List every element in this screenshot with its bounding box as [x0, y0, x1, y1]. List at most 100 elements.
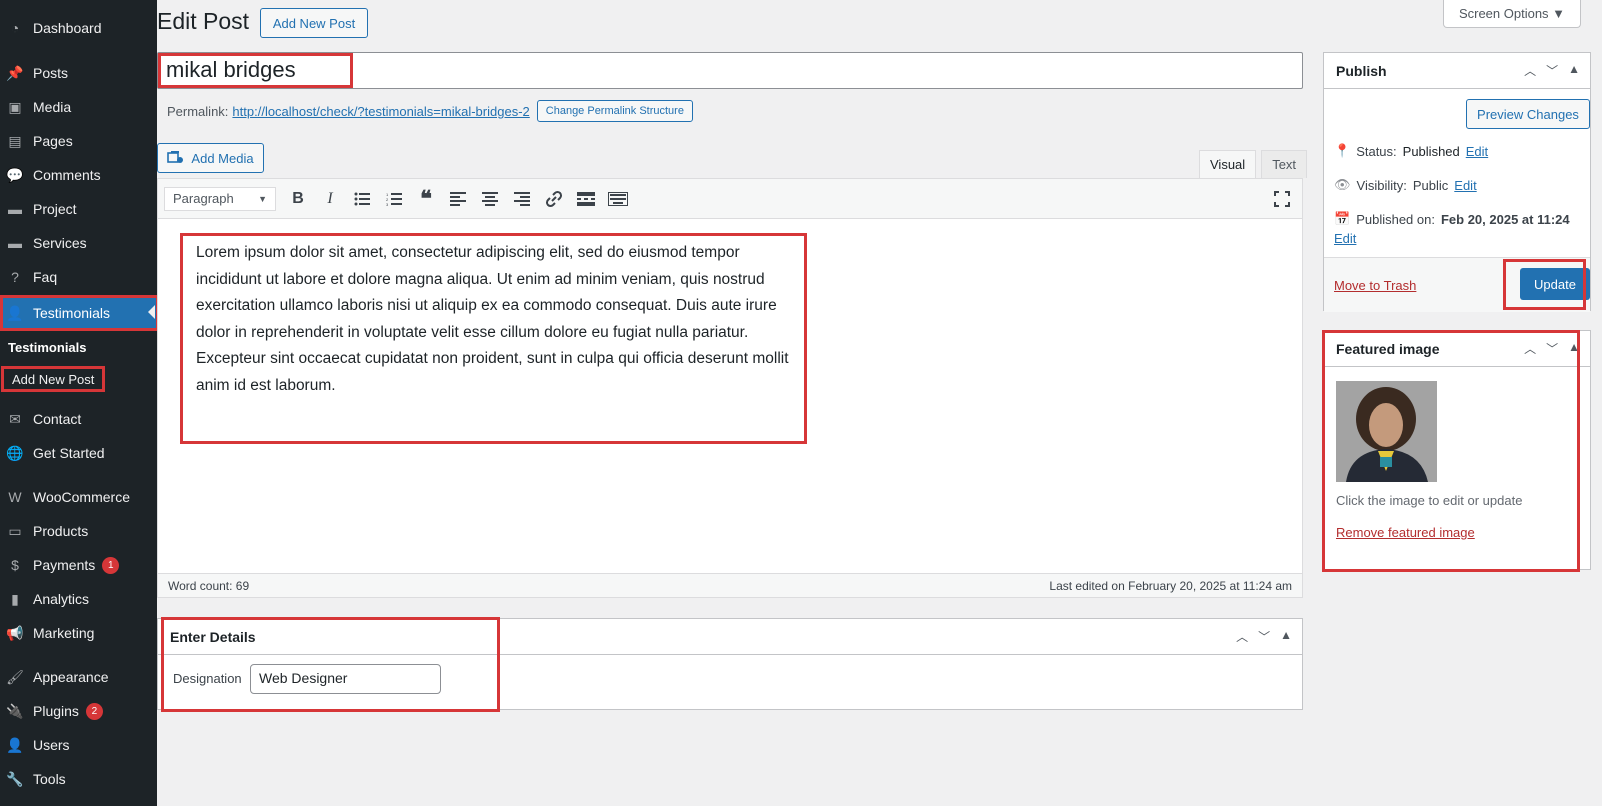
link-icon[interactable] — [538, 185, 570, 213]
preview-changes-button[interactable]: Preview Changes — [1466, 99, 1590, 129]
designation-input[interactable]: Web Designer — [250, 664, 441, 694]
publish-title: Publish — [1336, 62, 1387, 79]
folder-icon: ▬ — [8, 201, 22, 217]
user-icon: 👤 — [6, 304, 24, 321]
sidebar-item-users[interactable]: 👤 Users — [0, 729, 157, 761]
media-icon: ▣ — [8, 98, 22, 115]
featured-image-box: Featured image ︿ ﹀ ▲ Click the image to … — [1323, 330, 1591, 570]
publish-box: Publish ︿ ﹀ ▲ Preview Changes 📍 Status: … — [1323, 52, 1591, 312]
toggle-icon[interactable]: ▲ — [1280, 628, 1292, 645]
sidebar-item-label: Pages — [33, 133, 73, 149]
status-row: 📍 Status: Published Edit — [1334, 143, 1488, 159]
chevron-up-icon[interactable]: ︿ — [1236, 628, 1248, 645]
chevron-up-icon[interactable]: ︿ — [1524, 62, 1536, 79]
chart-icon: ▮ — [11, 590, 19, 607]
submenu-title[interactable]: Testimonials — [8, 340, 87, 355]
tab-text[interactable]: Text — [1261, 150, 1308, 178]
wrench-icon: 🔧 — [6, 770, 24, 787]
sidebar-item-label: Media — [33, 99, 72, 115]
sidebar-item-comments[interactable]: 💬 Comments — [0, 159, 157, 191]
chevron-down-icon[interactable]: ﹀ — [1546, 340, 1558, 357]
sidebar-item-pages[interactable]: ▤ Pages — [0, 125, 157, 157]
numbered-list-icon[interactable]: 123 — [378, 185, 410, 213]
editor-tabs: Visual Text — [1199, 150, 1312, 178]
sidebar-item-analytics[interactable]: ▮ Analytics — [0, 583, 157, 615]
sidebar-item-label: Services — [33, 235, 87, 251]
publish-actions: Move to Trash Update — [1324, 257, 1590, 312]
sidebar-item-label: WooCommerce — [33, 489, 130, 505]
permalink-url[interactable]: http://localhost/check/?testimonials=mik… — [232, 104, 529, 119]
permalink-label: Permalink: — [167, 103, 229, 119]
sidebar-item-label: Users — [33, 737, 70, 753]
sidebar-item-dashboard[interactable]: ◔ Dashboard — [0, 12, 157, 44]
sidebar-item-marketing[interactable]: 📢 Marketing — [0, 617, 157, 649]
sidebar-item-tools[interactable]: 🔧 Tools — [0, 763, 157, 795]
sidebar-item-testimonials[interactable]: 👤 Testimonials — [0, 297, 157, 329]
sidebar-item-project[interactable]: ▬ Project — [0, 193, 157, 225]
sidebar-item-label: Project — [33, 201, 77, 217]
align-left-icon[interactable] — [442, 185, 474, 213]
status-edit-link[interactable]: Edit — [1466, 144, 1488, 159]
featured-image-thumbnail[interactable] — [1336, 381, 1437, 482]
sidebar-item-contact[interactable]: ✉ Contact — [0, 403, 157, 435]
sidebar-item-plugins[interactable]: 🔌 Plugins 2 — [0, 695, 157, 727]
tab-visual[interactable]: Visual — [1199, 150, 1257, 178]
page-title: Edit Post — [157, 8, 250, 34]
add-new-post-button[interactable]: Add New Post — [260, 8, 368, 38]
italic-icon[interactable]: I — [314, 185, 346, 213]
sidebar-item-label: Contact — [33, 411, 82, 427]
help-icon: ? — [11, 269, 19, 285]
chevron-down-icon[interactable]: ﹀ — [1258, 628, 1270, 645]
chevron-down-icon[interactable]: ﹀ — [1546, 62, 1558, 79]
pages-icon: ▤ — [8, 132, 22, 149]
media-icon — [167, 150, 185, 166]
change-permalink-button[interactable]: Change Permalink Structure — [536, 100, 693, 122]
sidebar-item-media[interactable]: ▣ Media — [0, 91, 157, 123]
move-to-trash-link[interactable]: Move to Trash — [1334, 278, 1416, 293]
toggle-icon[interactable]: ▲ — [1568, 340, 1580, 357]
payments-icon: $ — [11, 557, 19, 573]
featured-image-title: Featured image — [1336, 340, 1440, 357]
sidebar-item-services[interactable]: ▬ Services — [0, 227, 157, 259]
toggle-icon[interactable]: ▲ — [1568, 62, 1580, 79]
chevron-up-icon[interactable]: ︿ — [1524, 340, 1536, 357]
box-handles: ︿ ﹀ ▲ — [1236, 628, 1292, 645]
post-content[interactable]: Lorem ipsum dolor sit amet, consectetur … — [196, 240, 796, 399]
calendar-icon: 📅 — [1334, 211, 1351, 226]
sidebar-item-label: Appearance — [33, 669, 109, 685]
format-select-value: Paragraph — [173, 191, 234, 206]
keyboard-icon[interactable] — [602, 185, 634, 213]
comments-icon: 💬 — [6, 166, 24, 183]
sidebar-item-get-started[interactable]: 🌐 Get Started — [0, 437, 157, 469]
visibility-label: Visibility: — [1356, 177, 1407, 193]
align-right-icon[interactable] — [506, 185, 538, 213]
remove-featured-image-link[interactable]: Remove featured image — [1336, 525, 1475, 540]
blockquote-icon[interactable]: ❝ — [410, 185, 442, 213]
screen-options-button[interactable]: Screen Options ▼ — [1443, 0, 1581, 28]
format-select[interactable]: Paragraph ▼ — [164, 186, 276, 211]
sidebar-item-payments[interactable]: $ Payments 1 — [0, 549, 157, 581]
sidebar-item-faq[interactable]: ? Faq — [0, 261, 157, 293]
published-edit-link[interactable]: Edit — [1334, 231, 1356, 246]
visibility-edit-link[interactable]: Edit — [1454, 178, 1476, 193]
sidebar-item-posts[interactable]: 📌 Posts — [0, 57, 157, 89]
editor-toolbar: Paragraph ▼ B I 123 ❝ — [158, 179, 1302, 219]
svg-text:3: 3 — [386, 202, 389, 206]
bullet-list-icon[interactable] — [346, 185, 378, 213]
sidebar-item-woocommerce[interactable]: W WooCommerce — [0, 481, 157, 513]
submenu-add-new-post[interactable]: Add New Post — [1, 366, 105, 392]
published-value: Feb 20, 2025 at 11:24 — [1440, 211, 1570, 227]
pin-icon: 📍 — [1334, 143, 1351, 158]
update-button[interactable]: Update — [1520, 268, 1590, 300]
megaphone-icon: 📢 — [6, 624, 24, 641]
fullscreen-icon[interactable] — [1266, 185, 1298, 213]
add-media-button[interactable]: Add Media — [157, 143, 264, 173]
align-center-icon[interactable] — [474, 185, 506, 213]
admin-sidebar: ◔ Dashboard 📌 Posts ▣ Media ▤ Pages 💬 Comments ▬ Pr… — [0, 0, 159, 806]
read-more-icon[interactable] — [570, 185, 602, 213]
sidebar-item-appearance[interactable]: 🖌 Appearance — [0, 661, 157, 693]
visibility-row: 👁 Visibility: Public Edit — [1334, 177, 1477, 193]
post-title-input[interactable]: mikal bridges — [157, 52, 1303, 89]
sidebar-item-products[interactable]: ▭ Products — [0, 515, 157, 547]
bold-icon[interactable]: B — [282, 185, 314, 213]
